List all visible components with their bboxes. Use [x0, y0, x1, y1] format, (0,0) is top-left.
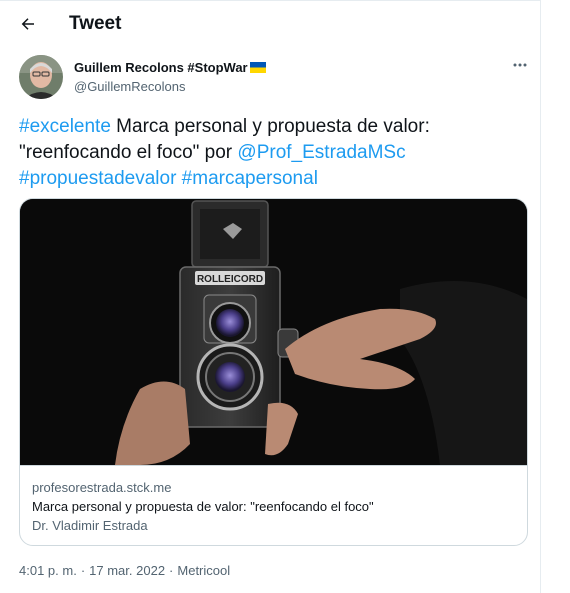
author-name-row[interactable]: Guillem Recolons #StopWar: [74, 60, 266, 75]
card-image[interactable]: ROLLEICORD: [20, 199, 527, 465]
top-bar: Tweet: [0, 0, 541, 47]
mention-link[interactable]: @Prof_EstradaMSc: [237, 142, 405, 163]
separator: ·: [169, 563, 174, 578]
author-handle[interactable]: @GuillemRecolons: [74, 79, 185, 94]
avatar[interactable]: [19, 55, 63, 99]
ukraine-flag-icon: [249, 62, 266, 73]
avatar-photo: [19, 55, 63, 99]
tweet-source[interactable]: Metricool: [177, 563, 230, 578]
arrow-left-icon: [21, 18, 34, 30]
card-title: Marca personal y propuesta de valor: "re…: [32, 499, 374, 514]
card-domain: profesorestrada.stck.me: [32, 480, 172, 495]
more-options-button[interactable]: [508, 55, 532, 75]
card-image-brand-text: ROLLEICORD: [197, 274, 263, 285]
tweet-text: #excelente Marca personal y propuesta de…: [19, 114, 519, 192]
hashtag-link[interactable]: #propuestadevalor: [19, 168, 176, 189]
back-button[interactable]: [12, 8, 44, 40]
hashtag-link[interactable]: #excelente: [19, 116, 111, 137]
hashtag-link[interactable]: #marcapersonal: [182, 168, 318, 189]
link-preview-card[interactable]: ROLLEICORD profesorestrada.stck.me Marca…: [19, 198, 528, 546]
camera-photo: ROLLEICORD: [20, 199, 527, 465]
tweet-detail-panel: Tweet Guillem Recolons #StopWar @Guillem…: [0, 0, 541, 593]
tweet-time[interactable]: 4:01 p. m.: [19, 563, 77, 578]
card-description: Dr. Vladimir Estrada: [32, 518, 148, 533]
author-name[interactable]: Guillem Recolons #StopWar: [74, 60, 248, 75]
more-horizontal-icon: [513, 63, 527, 67]
tweet-timestamp: 4:01 p. m. · 17 mar. 2022 · Metricool: [19, 563, 230, 578]
tweet-date[interactable]: 17 mar. 2022: [89, 563, 165, 578]
card-meta[interactable]: profesorestrada.stck.me Marca personal y…: [20, 465, 527, 545]
separator: ·: [80, 563, 86, 578]
page-title: Tweet: [69, 13, 122, 34]
